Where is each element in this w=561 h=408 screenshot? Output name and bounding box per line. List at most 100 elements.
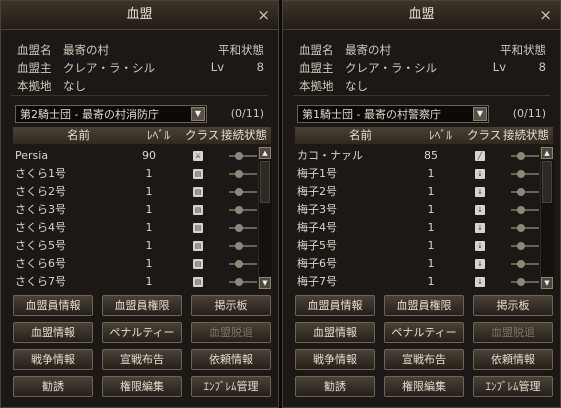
clan-action-button[interactable]: 依頼情報	[473, 349, 553, 370]
window-titlebar[interactable]: 血盟 ×	[283, 1, 560, 30]
scroll-up-icon[interactable]: ▲	[541, 147, 553, 159]
clan-action-button[interactable]: ｴﾝﾌﾞﾚﾑ管理	[191, 376, 271, 397]
chevron-down-icon[interactable]: ▼	[473, 107, 487, 121]
table-row[interactable]: 梅子5号 1 ↓	[295, 237, 539, 255]
clan-action-button: 血盟脱退	[473, 322, 553, 343]
member-level: 85	[424, 149, 438, 162]
connection-status-icon	[229, 224, 257, 232]
dagger-class-icon: ↓	[475, 259, 485, 269]
column-level: ﾚﾍﾞﾙ	[147, 128, 170, 142]
clan-action-button[interactable]: 戦争情報	[295, 349, 375, 370]
table-row[interactable]: さくら3号 1 ▤	[13, 201, 257, 219]
book-class-icon: ▤	[193, 259, 203, 269]
book-class-icon: ▤	[193, 277, 203, 287]
clan-action-button[interactable]: 掲示板	[473, 295, 553, 316]
clan-action-button[interactable]: 血盟員権限	[384, 295, 464, 316]
window-titlebar[interactable]: 血盟 ×	[1, 1, 278, 30]
clan-base-label: 本拠地	[17, 79, 52, 93]
column-name: 名前	[349, 128, 372, 142]
knight-order-select[interactable]: 第2騎士団 - 最寄の村消防庁 ▼	[15, 105, 207, 123]
table-row[interactable]: カコ・ナァル 85 ╱	[295, 147, 539, 165]
clan-action-button[interactable]: 血盟員権限	[102, 295, 182, 316]
clan-leader-label: 血盟主	[299, 61, 334, 75]
member-list-header: 名前 ﾚﾍﾞﾙ クラス 接続状態	[295, 127, 553, 144]
clan-action-button[interactable]: 勧誘	[13, 376, 93, 397]
table-row[interactable]: さくら6号 1 ▤	[13, 255, 257, 273]
dagger-class-icon: ↓	[475, 241, 485, 251]
close-icon[interactable]: ×	[257, 1, 270, 29]
clan-action-button[interactable]: 権限編集	[102, 376, 182, 397]
member-scrollbar[interactable]: ▲ ▼	[540, 147, 554, 289]
table-row[interactable]: 梅子7号 1 ↓	[295, 273, 539, 291]
chevron-down-icon[interactable]: ▼	[191, 107, 205, 121]
member-level: 1	[145, 203, 153, 216]
scroll-thumb[interactable]	[542, 161, 552, 203]
table-row[interactable]: 梅子3号 1 ↓	[295, 201, 539, 219]
member-name: さくら2号	[15, 185, 66, 198]
connection-status-icon	[511, 206, 539, 214]
clan-window: 血盟 × 血盟名 最寄の村 血盟主 クレア・ラ・シル 本拠地 なし 平和状態 Lv 8 第1騎士団 -…	[282, 0, 561, 408]
table-row[interactable]: 梅子1号 1 ↓	[295, 165, 539, 183]
member-level: 1	[145, 185, 153, 198]
clan-action-button[interactable]: 宣戦布告	[102, 349, 182, 370]
clan-action-button[interactable]: 血盟員情報	[13, 295, 93, 316]
member-level: 90	[142, 149, 156, 162]
table-row[interactable]: さくら5号 1 ▤	[13, 237, 257, 255]
clan-name-row: 血盟名 最寄の村	[299, 42, 391, 58]
knight-order-value: 第1騎士団 - 最寄の村警察庁	[302, 108, 441, 121]
clan-state: 平和状態	[500, 43, 546, 57]
clan-level-value: 8	[538, 60, 546, 74]
member-level: 1	[427, 185, 435, 198]
clan-name-label: 血盟名	[299, 43, 334, 57]
close-icon[interactable]: ×	[539, 1, 552, 29]
clan-action-button[interactable]: 戦争情報	[13, 349, 93, 370]
member-count: (0/11)	[230, 107, 264, 120]
member-name: さくら3号	[15, 203, 66, 216]
clan-action-button[interactable]: ペナルティー	[384, 322, 464, 343]
clan-action-button[interactable]: 血盟情報	[295, 322, 375, 343]
scroll-down-icon[interactable]: ▼	[259, 277, 271, 289]
table-row[interactable]: Persia 90 ⚔	[13, 147, 257, 165]
clan-window: 血盟 × 血盟名 最寄の村 血盟主 クレア・ラ・シル 本拠地 なし 平和状態 Lv 8 第2騎士団 -…	[0, 0, 279, 408]
table-row[interactable]: 梅子4号 1 ↓	[295, 219, 539, 237]
clan-level-value: 8	[256, 60, 264, 74]
column-class: クラス	[185, 128, 220, 142]
clan-action-button[interactable]: 血盟情報	[13, 322, 93, 343]
column-name: 名前	[67, 128, 90, 142]
clan-action-button[interactable]: 勧誘	[295, 376, 375, 397]
table-row[interactable]: さくら7号 1 ▤	[13, 273, 257, 291]
clan-leader-row: 血盟主 クレア・ラ・シル	[299, 60, 437, 76]
connection-status-icon	[229, 188, 257, 196]
table-row[interactable]: さくら4号 1 ▤	[13, 219, 257, 237]
member-scrollbar[interactable]: ▲ ▼	[258, 147, 272, 289]
connection-status-icon	[511, 224, 539, 232]
clan-action-button[interactable]: ペナルティー	[102, 322, 182, 343]
scroll-up-icon[interactable]: ▲	[259, 147, 271, 159]
clan-action-button[interactable]: 依頼情報	[191, 349, 271, 370]
member-name: カコ・ナァル	[297, 149, 363, 162]
connection-status-icon	[511, 152, 539, 160]
table-row[interactable]: さくら1号 1 ▤	[13, 165, 257, 183]
clan-action-button[interactable]: 権限編集	[384, 376, 464, 397]
member-level: 1	[145, 275, 153, 288]
table-row[interactable]: 梅子6号 1 ↓	[295, 255, 539, 273]
member-name: Persia	[15, 149, 49, 162]
member-name: 梅子4号	[297, 221, 337, 234]
knight-order-select[interactable]: 第1騎士団 - 最寄の村警察庁 ▼	[297, 105, 489, 123]
clan-action-button[interactable]: 血盟員情報	[295, 295, 375, 316]
connection-status-icon	[511, 170, 539, 178]
clan-action-button[interactable]: 宣戦布告	[384, 349, 464, 370]
table-row[interactable]: 梅子2号 1 ↓	[295, 183, 539, 201]
clan-action-button: 血盟脱退	[191, 322, 271, 343]
member-level: 1	[145, 239, 153, 252]
scroll-thumb[interactable]	[260, 161, 270, 203]
clan-action-button[interactable]: ｴﾝﾌﾞﾚﾑ管理	[473, 376, 553, 397]
clan-base-value: なし	[345, 79, 368, 93]
member-level: 1	[145, 257, 153, 270]
clan-level-label: Lv	[492, 60, 506, 74]
table-row[interactable]: さくら2号 1 ▤	[13, 183, 257, 201]
clan-name-label: 血盟名	[17, 43, 52, 57]
scroll-down-icon[interactable]: ▼	[541, 277, 553, 289]
clan-action-button[interactable]: 掲示板	[191, 295, 271, 316]
member-list-header: 名前 ﾚﾍﾞﾙ クラス 接続状態	[13, 127, 271, 144]
